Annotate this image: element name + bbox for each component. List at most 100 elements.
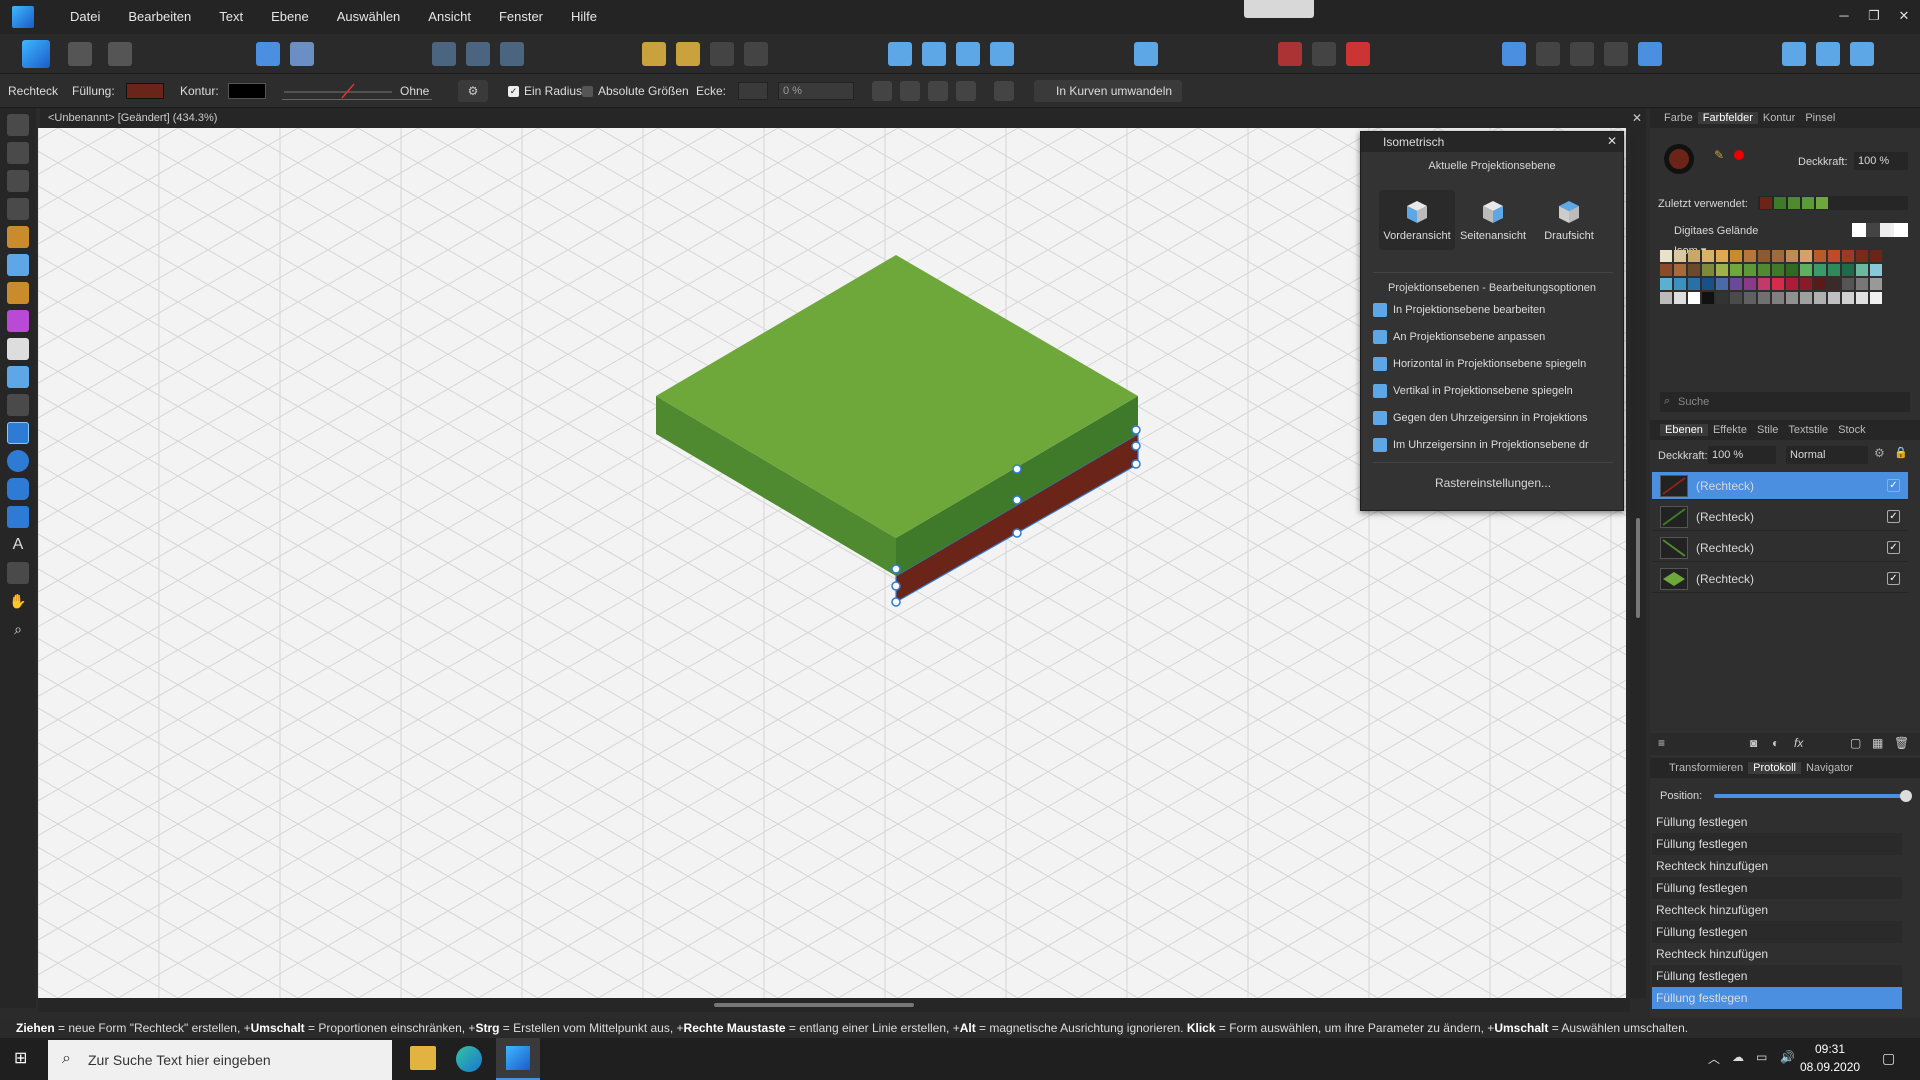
place-image-tool-icon[interactable] <box>7 366 29 388</box>
corner-tool-icon[interactable] <box>7 198 29 220</box>
arrange-forward-icon[interactable] <box>676 42 700 66</box>
palette-swatch[interactable] <box>1828 264 1840 276</box>
notifications-icon[interactable]: ▢ <box>1882 1050 1895 1067</box>
history-item[interactable]: Füllung festlegen <box>1652 921 1902 943</box>
palette-swatch[interactable] <box>1744 264 1756 276</box>
insert-top-icon[interactable] <box>1816 42 1840 66</box>
plane-front-button[interactable]: Vorderansicht <box>1379 190 1455 250</box>
palette-swatch[interactable] <box>1688 292 1700 304</box>
grid-settings-button[interactable]: Rastereinstellungen... <box>1421 472 1565 494</box>
selection-handle[interactable] <box>1012 495 1022 505</box>
palette-swatch[interactable] <box>1758 264 1770 276</box>
history-item[interactable]: Füllung festlegen <box>1652 833 1902 855</box>
layer-visibility-checkbox[interactable]: ✓ <box>1887 572 1900 585</box>
fill-color-swatch[interactable] <box>126 83 164 99</box>
blend-mode-dropdown[interactable]: Normal <box>1786 446 1868 464</box>
mask-icon[interactable]: ◙ <box>1750 736 1757 750</box>
palette-dropdown[interactable]: Digitaes Gelände Isom ▾ <box>1658 221 1784 257</box>
palette-swatch[interactable] <box>1772 278 1784 290</box>
palette-swatch[interactable] <box>1716 278 1728 290</box>
selection-handle[interactable] <box>1131 459 1141 469</box>
arrange-front-icon[interactable] <box>710 42 734 66</box>
palette-swatch[interactable] <box>1674 278 1686 290</box>
palette-swatch[interactable] <box>1814 250 1826 262</box>
insert-behind-icon[interactable] <box>1782 42 1806 66</box>
document-tab[interactable]: <Unbenannt> [Geändert] (434.3%) <box>40 108 1646 128</box>
select-inverse-icon[interactable] <box>500 42 524 66</box>
tray-app-icon[interactable]: ☁ <box>1732 1050 1744 1064</box>
close-document-icon[interactable]: ✕ <box>1628 108 1646 128</box>
palette-swatch[interactable] <box>1758 250 1770 262</box>
rotate-left-icon[interactable] <box>956 42 980 66</box>
selection-handle[interactable] <box>1012 528 1022 538</box>
palette-swatch[interactable] <box>1716 250 1728 262</box>
palette-swatch[interactable] <box>1660 278 1672 290</box>
palette-swatch[interactable] <box>1786 250 1798 262</box>
layer-row[interactable]: (Rechteck) ✓ <box>1652 472 1908 500</box>
horizontal-scrollbar[interactable] <box>38 998 1630 1012</box>
snapping-settings-icon[interactable] <box>290 42 314 66</box>
tab-effekte[interactable]: Effekte <box>1708 424 1752 436</box>
tab-textstile[interactable]: Textstile <box>1783 424 1833 436</box>
transform-origin-icon[interactable] <box>872 81 892 101</box>
palette-swatch[interactable] <box>1660 250 1672 262</box>
corner-type-dropdown[interactable] <box>738 82 768 100</box>
brush-tool-icon[interactable] <box>7 282 29 304</box>
palette-swatch[interactable] <box>1800 278 1812 290</box>
boolean-intersect-icon[interactable] <box>1570 42 1594 66</box>
tab-protokoll[interactable]: Protokoll <box>1748 762 1801 774</box>
palette-swatch[interactable] <box>1786 292 1798 304</box>
group-icon[interactable]: ▦ <box>1872 736 1883 750</box>
menu-fenster[interactable]: Fenster <box>485 0 557 34</box>
edge-browser-icon[interactable] <box>456 1046 482 1072</box>
selection-handle[interactable] <box>891 581 901 591</box>
palette-swatch[interactable] <box>1674 264 1686 276</box>
flip-horizontal-icon[interactable] <box>888 42 912 66</box>
palette-swatch[interactable] <box>1842 264 1854 276</box>
vertical-scroll-thumb[interactable] <box>1636 518 1640 618</box>
selection-handle[interactable] <box>1131 441 1141 451</box>
recent-swatch[interactable] <box>1816 197 1828 209</box>
fit-to-plane-option[interactable]: An Projektionsebene anpassen <box>1369 326 1619 348</box>
palette-swatch[interactable] <box>1814 278 1826 290</box>
palette-swatch[interactable] <box>1758 278 1770 290</box>
recent-swatch[interactable] <box>1760 197 1772 209</box>
history-item[interactable]: Rechteck hinzufügen <box>1652 899 1902 921</box>
menu-bearbeiten[interactable]: Bearbeiten <box>114 0 205 34</box>
palette-swatch[interactable] <box>1856 278 1868 290</box>
pencil-tool-icon[interactable] <box>7 254 29 276</box>
boolean-xor-icon[interactable] <box>1604 42 1628 66</box>
trash-icon[interactable]: 🗑 <box>1894 736 1909 750</box>
layer-visibility-checkbox[interactable]: ✓ <box>1887 510 1900 523</box>
selection-handle[interactable] <box>1131 425 1141 435</box>
recent-swatch[interactable] <box>1774 197 1786 209</box>
basic-swatches[interactable] <box>1852 223 1908 237</box>
taskbar-search-input[interactable]: Zur Suche Text hier eingeben <box>48 1040 392 1080</box>
opacity-field[interactable]: 100 % <box>1854 152 1908 170</box>
color-picker-tool-icon[interactable] <box>7 562 29 584</box>
layers-stack-icon[interactable]: ≡ <box>1658 736 1665 750</box>
grid-toggle-icon[interactable] <box>1278 42 1302 66</box>
text-tool-icon[interactable]: A <box>7 534 29 556</box>
palette-swatch[interactable] <box>1800 250 1812 262</box>
palette-swatch[interactable] <box>1870 250 1882 262</box>
clock-date[interactable]: 08.09.2020 <box>1800 1060 1860 1074</box>
transparency-tool-icon[interactable] <box>7 338 29 360</box>
lock-icon[interactable]: 🔒 <box>1894 446 1908 459</box>
history-item[interactable]: Rechteck hinzufügen <box>1652 943 1902 965</box>
selection-handle[interactable] <box>891 597 901 607</box>
gear-icon[interactable]: ⚙ <box>458 80 488 102</box>
palette-swatch[interactable] <box>1800 264 1812 276</box>
palette-swatch[interactable] <box>1842 292 1854 304</box>
reset-icon[interactable] <box>994 81 1014 101</box>
palette-swatch[interactable] <box>1842 250 1854 262</box>
snap-center-icon[interactable] <box>900 81 920 101</box>
palette-swatch[interactable] <box>1674 250 1686 262</box>
fill-tool-icon[interactable] <box>7 310 29 332</box>
triangle-tool-icon[interactable] <box>7 506 29 528</box>
tab-farbfelder[interactable]: Farbfelder <box>1697 112 1758 124</box>
palette-swatch[interactable] <box>1716 264 1728 276</box>
menu-text[interactable]: Text <box>205 0 257 34</box>
palette-swatch[interactable] <box>1744 292 1756 304</box>
recent-colors-strip[interactable] <box>1758 196 1908 210</box>
